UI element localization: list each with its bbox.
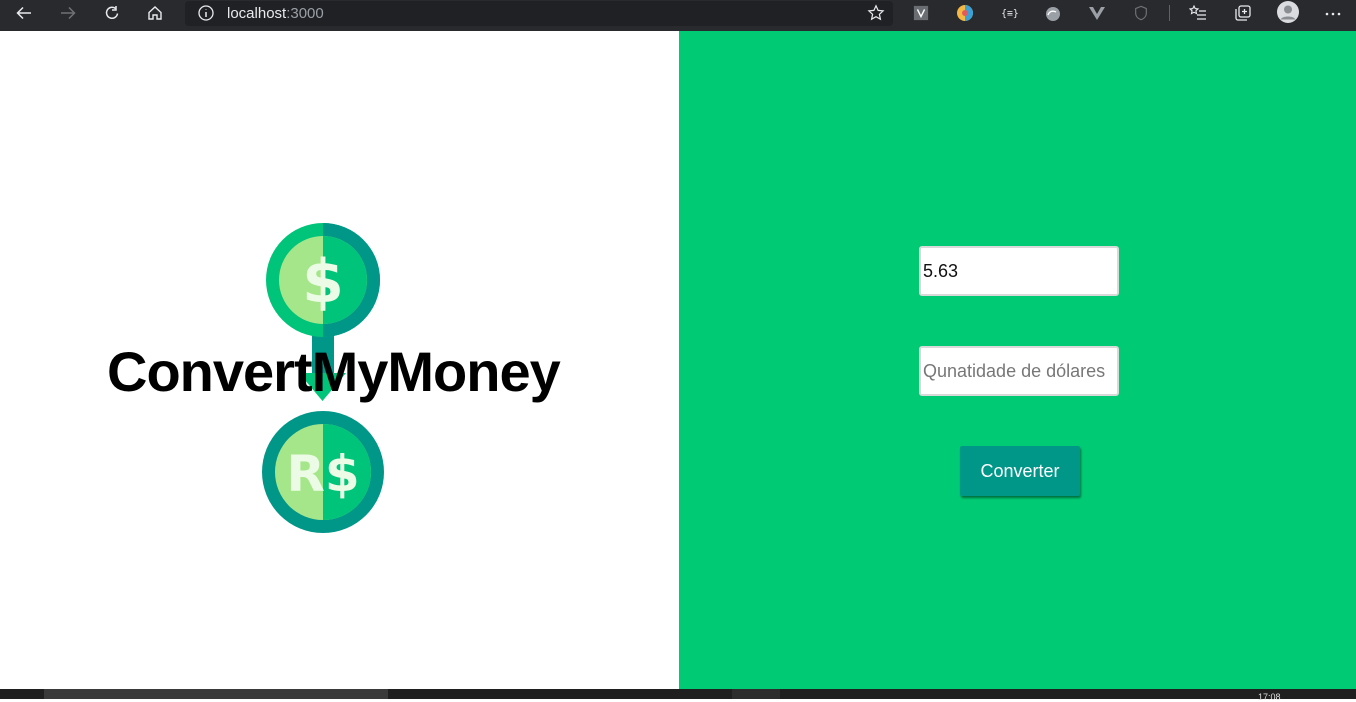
taskbar-search-box[interactable] [44,689,388,699]
taskbar-clock: 17:08 [1258,692,1281,702]
taskbar-active-app[interactable] [732,689,780,699]
brand-title: ConvertMyMoney [107,340,561,403]
os-taskbar: 17:08 [0,689,1356,702]
dollar-amount-input[interactable] [919,346,1119,396]
extension-cloud-icon[interactable] [1043,3,1063,23]
favorite-star-icon[interactable] [867,4,885,22]
profile-avatar-icon[interactable] [1277,1,1299,23]
browser-toolbar: localhost:3000 {≡} [0,0,1356,31]
page-content: $ R$ ConvertMyMoney Converter [0,31,1356,689]
favorites-list-icon[interactable] [1188,3,1208,23]
logo-bottom-symbol: R$ [286,445,359,503]
url-port: :3000 [286,5,324,22]
reload-icon[interactable] [96,0,128,26]
extension-palette-icon[interactable] [955,3,975,23]
real-coin-icon: R$ [262,411,384,533]
extension-vue-icon[interactable] [1087,3,1107,23]
forward-icon[interactable] [52,0,84,26]
converter-panel: Converter [679,31,1356,689]
more-icon[interactable] [1323,3,1343,23]
address-url[interactable]: localhost:3000 [227,5,324,22]
url-host: localhost [227,5,287,22]
extension-shield-icon[interactable] [1131,3,1151,23]
svg-text:{≡}: {≡} [1001,9,1019,20]
dollar-coin-icon: $ [266,223,380,337]
site-info-icon[interactable] [197,4,215,22]
home-icon[interactable] [139,0,171,26]
toolbar-separator [1169,5,1170,21]
extension-brackets-icon[interactable]: {≡} [1000,3,1020,23]
back-icon[interactable] [8,0,40,26]
brand-panel: $ R$ ConvertMyMoney [0,31,679,689]
convert-button[interactable]: Converter [960,446,1080,496]
extension-v-icon[interactable] [911,3,931,23]
collections-icon[interactable] [1233,3,1253,23]
exchange-rate-input[interactable] [919,246,1119,296]
address-bar[interactable]: localhost:3000 [185,1,893,26]
logo-top-symbol: $ [302,247,344,317]
